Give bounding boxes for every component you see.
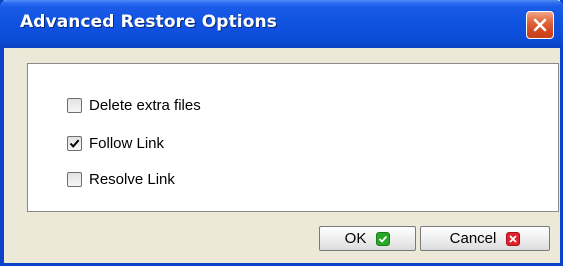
checkmark-icon bbox=[69, 139, 80, 148]
option-label: Resolve Link bbox=[89, 170, 175, 188]
resolve-link-checkbox[interactable] bbox=[67, 171, 82, 187]
title-bar[interactable]: Advanced Restore Options bbox=[0, 0, 563, 48]
option-label: Delete extra files bbox=[89, 96, 201, 114]
option-resolve-link[interactable]: Resolve Link bbox=[67, 169, 175, 189]
options-panel: Delete extra files Follow Link Resolve L… bbox=[27, 63, 559, 212]
option-label: Follow Link bbox=[89, 134, 165, 152]
advanced-restore-options-dialog: Advanced Restore Options Delete extra fi… bbox=[0, 0, 563, 266]
follow-link-checkbox[interactable] bbox=[67, 135, 82, 151]
checkmark-icon bbox=[376, 231, 391, 246]
option-delete-extra-files[interactable]: Delete extra files bbox=[67, 95, 201, 115]
cancel-button-label: Cancel bbox=[449, 230, 497, 247]
dialog-title: Advanced Restore Options bbox=[20, 12, 277, 32]
delete-extra-files-checkbox[interactable] bbox=[67, 97, 82, 113]
x-icon bbox=[506, 231, 521, 246]
option-follow-link[interactable]: Follow Link bbox=[67, 133, 164, 153]
cancel-button[interactable]: Cancel bbox=[420, 226, 550, 251]
ok-button-label: OK bbox=[344, 230, 367, 247]
ok-button[interactable]: OK bbox=[319, 226, 416, 251]
close-button[interactable] bbox=[526, 11, 554, 39]
close-icon bbox=[533, 18, 547, 32]
